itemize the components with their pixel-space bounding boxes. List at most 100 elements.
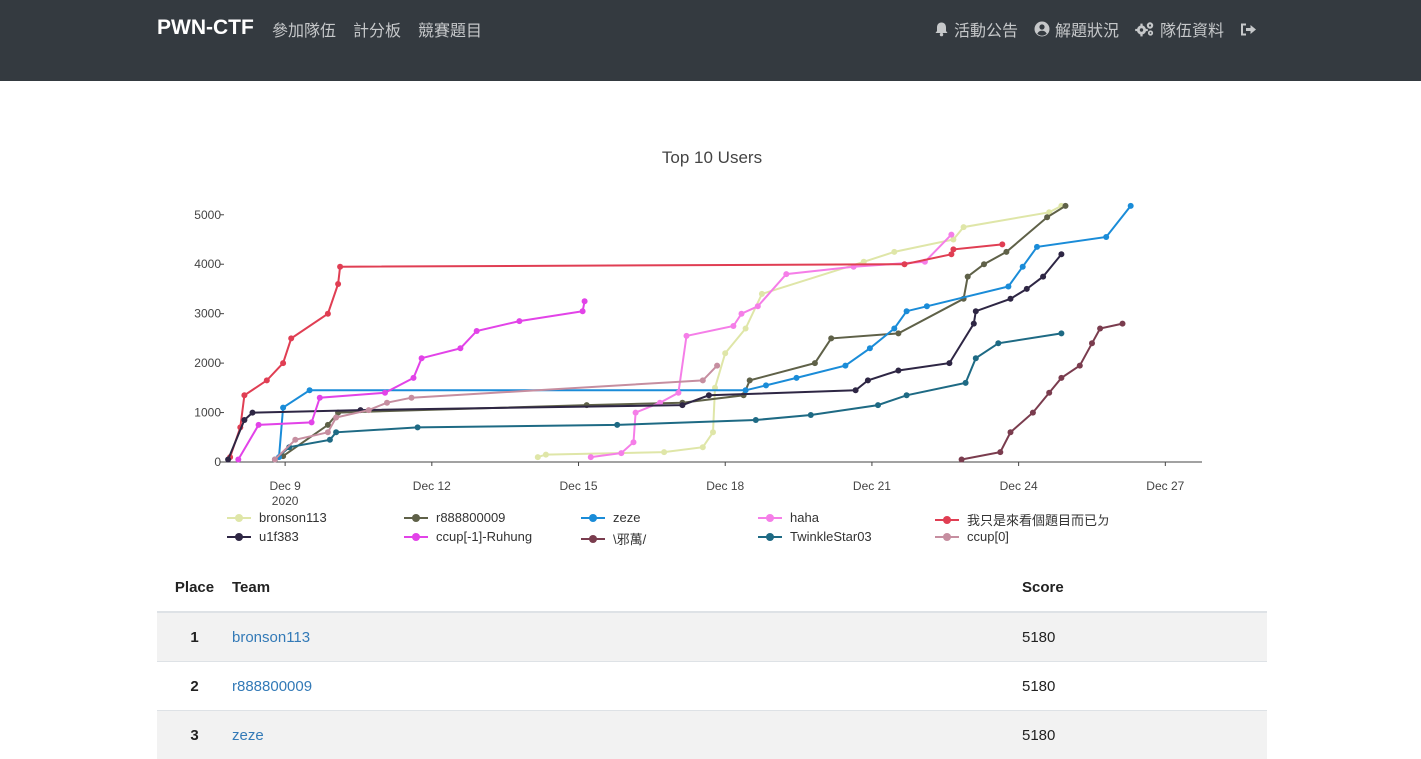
data-point <box>516 318 522 324</box>
data-point <box>753 417 759 423</box>
data-point <box>842 363 848 369</box>
data-point <box>1003 249 1009 255</box>
nav-solves-link[interactable]: 解題狀況 <box>1034 17 1119 41</box>
data-point <box>853 387 859 393</box>
top-navbar: PWN-CTF 參加隊伍 計分板 競賽題目 活動公告 解題狀況 隊伍資料 <box>0 0 1421 81</box>
data-point <box>981 261 987 267</box>
data-point <box>1058 251 1064 257</box>
scoreboard-table: Place Team Score 1 bronson113 5180 2 r88… <box>157 563 1267 759</box>
brand-logo[interactable]: PWN-CTF <box>157 16 254 40</box>
legend-symbol <box>404 531 428 543</box>
data-point <box>1103 234 1109 240</box>
data-point <box>743 326 749 332</box>
data-point <box>1089 340 1095 346</box>
data-point <box>924 303 930 309</box>
data-point <box>1044 214 1050 220</box>
row-score: 5180 <box>1022 711 1267 759</box>
nav-teams-link[interactable]: 參加隊伍 <box>272 17 336 41</box>
legend-label: ccup[-1]-Ruhung <box>436 529 532 544</box>
legend-label: zeze <box>613 510 640 525</box>
data-point <box>950 246 956 252</box>
legend-item[interactable]: r888800009 <box>404 510 505 525</box>
data-point <box>891 249 897 255</box>
data-point <box>288 335 294 341</box>
legend-item[interactable]: 我只是來看個題目而已ㄉ <box>935 510 1110 529</box>
nav-left: 參加隊伍 計分板 競賽題目 <box>272 17 482 41</box>
data-point <box>995 340 1001 346</box>
data-point <box>307 387 313 393</box>
legend-item[interactable]: bronson113 <box>227 510 327 525</box>
y-tick-label: 0 <box>214 455 221 469</box>
data-point <box>812 360 818 366</box>
legend-item[interactable]: u1f383 <box>227 529 299 544</box>
data-point <box>317 395 323 401</box>
data-point <box>963 380 969 386</box>
data-point <box>382 390 388 396</box>
nav-announcements-link[interactable]: 活動公告 <box>934 17 1018 41</box>
data-point <box>706 392 712 398</box>
legend-item[interactable]: ccup[-1]-Ruhung <box>404 529 532 544</box>
data-point <box>959 457 965 463</box>
x-tick-label: Dec 15 <box>560 479 598 493</box>
data-point <box>865 377 871 383</box>
bell-icon <box>934 21 949 37</box>
data-point <box>241 392 247 398</box>
data-point <box>1097 326 1103 332</box>
data-point <box>618 450 624 456</box>
data-point <box>633 410 639 416</box>
data-point <box>700 444 706 450</box>
y-tick-label: 5000 <box>194 208 221 222</box>
y-tick-label: 4000 <box>194 257 221 271</box>
data-point <box>743 387 749 393</box>
data-point <box>895 330 901 336</box>
data-point <box>384 400 390 406</box>
header-team[interactable]: Team <box>232 563 1022 612</box>
nav-scoreboard-link[interactable]: 計分板 <box>353 17 401 41</box>
data-point <box>946 360 952 366</box>
data-point <box>755 303 761 309</box>
data-point <box>225 457 231 463</box>
legend-item[interactable]: haha <box>758 510 819 525</box>
data-point <box>241 417 247 423</box>
legend-item[interactable]: ccup[0] <box>935 529 1009 544</box>
data-point <box>280 360 286 366</box>
data-point <box>867 345 873 351</box>
data-point <box>333 429 339 435</box>
data-point <box>661 449 667 455</box>
data-point <box>808 412 814 418</box>
top-users-chart: Top 10 Users010002000300040005000Dec 920… <box>157 130 1267 560</box>
legend-symbol <box>227 512 251 524</box>
nav-challenges-link[interactable]: 競賽題目 <box>418 17 482 41</box>
nav-team-profile-link[interactable]: 隊伍資料 <box>1135 17 1224 41</box>
data-point <box>895 368 901 374</box>
x-tick-label: Dec 21 <box>853 479 891 493</box>
data-point <box>580 308 586 314</box>
data-point <box>973 308 979 314</box>
x-tick-label: Dec 24 <box>1000 479 1038 493</box>
nav-solves-label: 解題狀況 <box>1055 17 1119 41</box>
logout-button[interactable] <box>1240 22 1257 37</box>
gears-icon <box>1135 21 1155 37</box>
team-link[interactable]: r888800009 <box>232 678 312 695</box>
team-link[interactable]: zeze <box>232 727 264 744</box>
data-point <box>235 457 241 463</box>
legend-label: TwinkleStar03 <box>790 529 872 544</box>
header-place[interactable]: Place <box>157 563 232 612</box>
chart-canvas: Top 10 Users010002000300040005000Dec 920… <box>157 130 1267 505</box>
y-tick-label: 1000 <box>194 406 221 420</box>
x-tick-label: Dec 9 <box>269 479 301 493</box>
data-point <box>875 402 881 408</box>
legend-item[interactable]: zeze <box>581 510 640 525</box>
header-score[interactable]: Score <box>1022 563 1267 612</box>
legend-symbol <box>758 531 782 543</box>
data-point <box>684 333 690 339</box>
data-point <box>1046 390 1052 396</box>
data-point <box>999 241 1005 247</box>
team-link[interactable]: bronson113 <box>232 629 310 646</box>
data-point <box>1008 429 1014 435</box>
legend-item[interactable]: TwinkleStar03 <box>758 529 872 544</box>
data-point <box>904 392 910 398</box>
data-point <box>739 311 745 317</box>
chart-title: Top 10 Users <box>662 148 762 167</box>
legend-item[interactable]: \邪萬/ <box>581 529 646 548</box>
